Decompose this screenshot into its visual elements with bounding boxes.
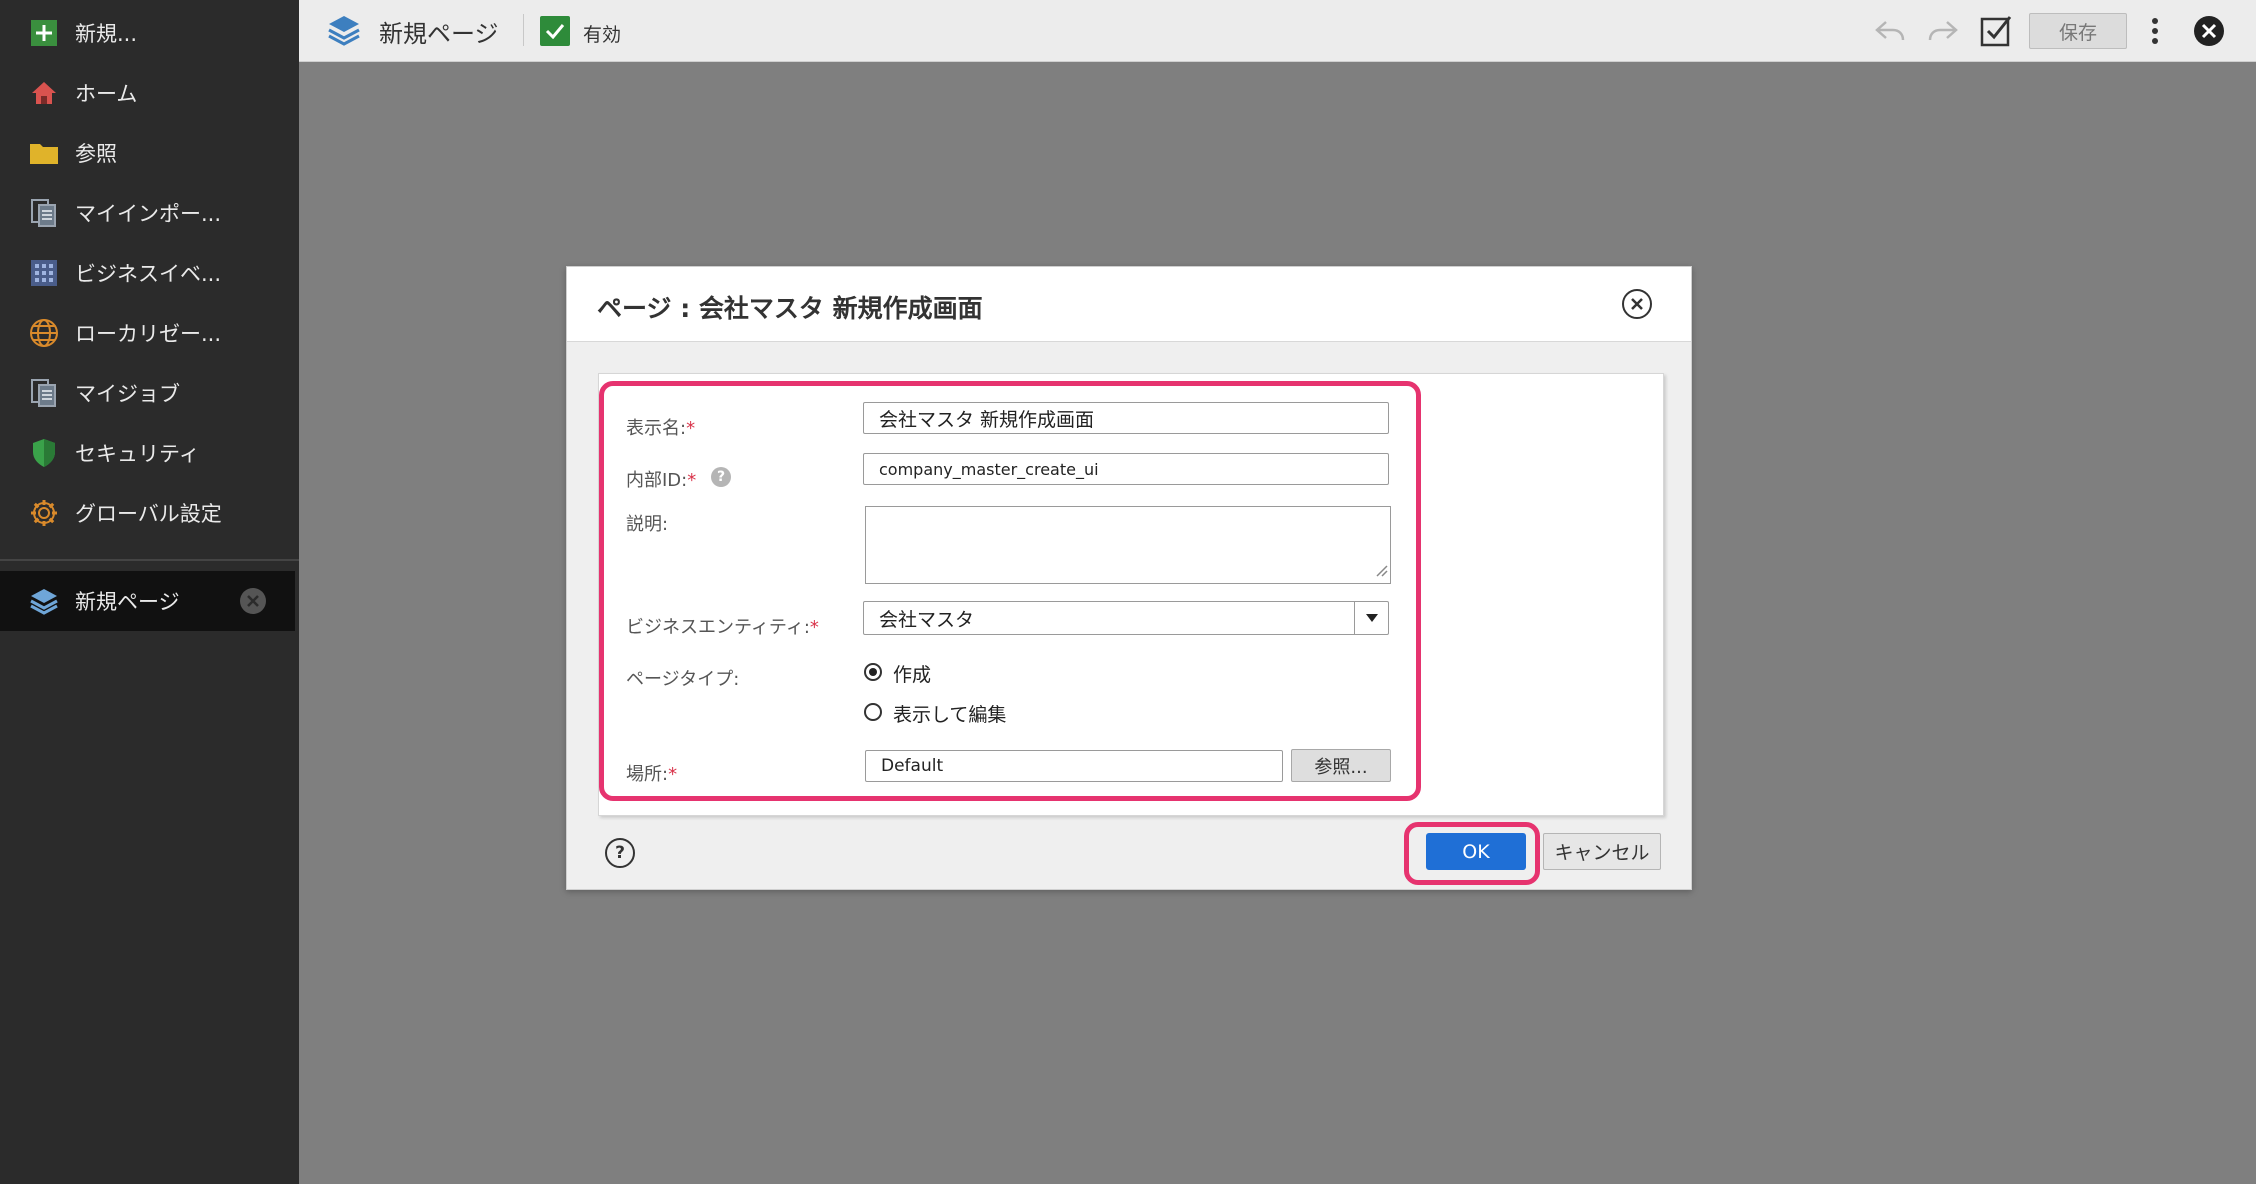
ok-highlight-frame: [1404, 822, 1540, 885]
close-tab-icon[interactable]: [240, 588, 266, 614]
top-toolbar: 新規ページ 有効 保存: [299, 0, 2256, 62]
dialog-title: ページ : 会社マスタ 新規作成画面: [597, 294, 983, 323]
folder-icon: [28, 137, 60, 169]
redo-icon[interactable]: [1926, 14, 1960, 48]
close-dialog-icon[interactable]: [1622, 289, 1652, 319]
sidebar-item-global-settings[interactable]: グローバル設定: [0, 483, 295, 543]
sidebar-item-label: ローカリゼー...: [75, 322, 222, 346]
enabled-checkbox[interactable]: [540, 16, 570, 46]
sidebar-item-label: グローバル設定: [75, 502, 222, 526]
home-icon: [28, 77, 60, 109]
sidebar-open-tab-label: 新規ページ: [75, 590, 180, 614]
sidebar-item-label: ビジネスイベ...: [75, 262, 222, 286]
sidebar-item-browse[interactable]: 参照: [0, 123, 295, 183]
help-icon[interactable]: ?: [605, 838, 635, 868]
sidebar-item-security[interactable]: セキュリティ: [0, 423, 295, 483]
sidebar-item-label: 参照: [75, 142, 117, 166]
globe-icon: [28, 317, 60, 349]
save-button[interactable]: 保存: [2029, 13, 2127, 49]
close-editor-icon[interactable]: [2192, 14, 2226, 48]
shield-icon: [28, 437, 60, 469]
form-highlight-frame: [599, 381, 1421, 801]
sidebar-item-label: セキュリティ: [75, 442, 200, 466]
layers-icon: [28, 585, 60, 617]
sidebar-item-business-events[interactable]: ビジネスイベ...: [0, 243, 295, 303]
validate-icon[interactable]: [1979, 14, 2013, 48]
dialog-header: ページ : 会社マスタ 新規作成画面: [567, 267, 1691, 342]
undo-icon[interactable]: [1873, 14, 1907, 48]
toolbar-divider: [523, 14, 524, 46]
cancel-button[interactable]: キャンセル: [1543, 833, 1661, 870]
enabled-label: 有効: [583, 24, 622, 46]
more-options-icon[interactable]: [2138, 14, 2172, 48]
page-title: 新規ページ: [379, 20, 499, 48]
sidebar-item-label: 新規...: [75, 22, 138, 46]
plus-icon: [28, 17, 60, 49]
sidebar-item-home[interactable]: ホーム: [0, 63, 295, 123]
sidebar-item-new[interactable]: 新規...: [0, 3, 295, 63]
document-icon: [28, 377, 60, 409]
sidebar-item-label: マイジョブ: [75, 382, 180, 406]
sidebar-item-label: ホーム: [75, 82, 138, 106]
gear-icon: [28, 497, 60, 529]
grid-icon: [28, 257, 60, 289]
sidebar-divider: [0, 559, 299, 561]
sidebar-item-label: マイインポー...: [75, 202, 222, 226]
sidebar-item-my-imports[interactable]: マイインポー...: [0, 183, 295, 243]
sidebar-item-my-jobs[interactable]: マイジョブ: [0, 363, 295, 423]
document-icon: [28, 197, 60, 229]
sidebar: 新規... ホーム 参照 マイインポー... ビジネスイベ... ローカリゼー.…: [0, 0, 299, 1184]
layers-icon: [327, 14, 361, 50]
sidebar-item-localization[interactable]: ローカリゼー...: [0, 303, 295, 363]
